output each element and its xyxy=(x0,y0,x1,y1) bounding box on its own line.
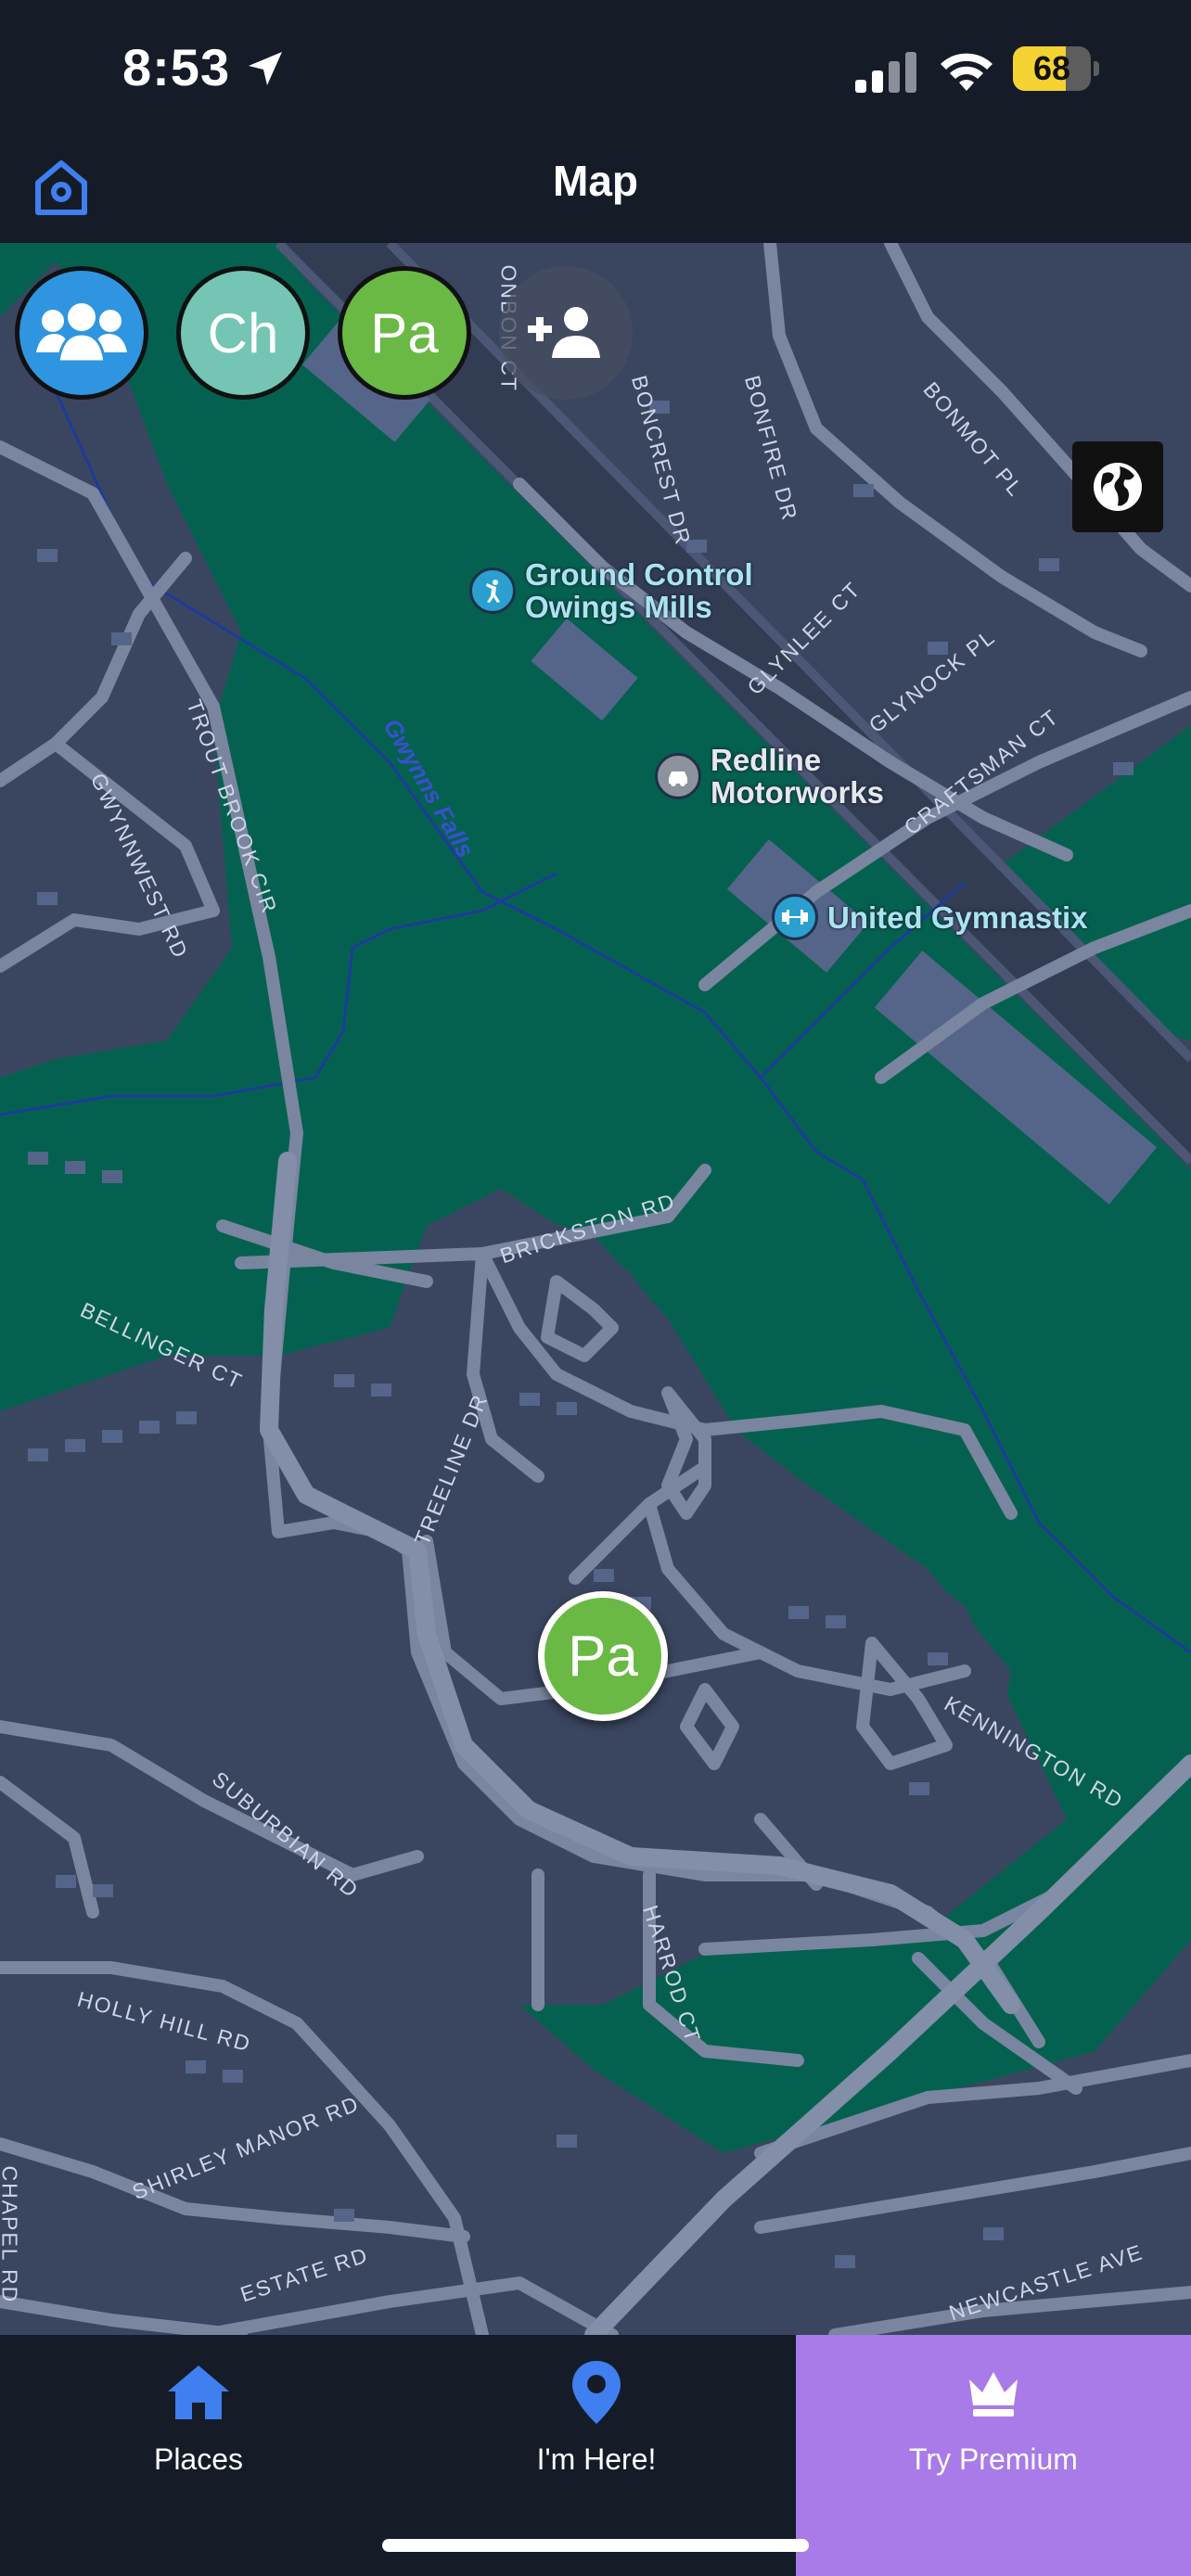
car-icon xyxy=(655,753,701,799)
poi-united-gymnastix[interactable]: United Gymnastix xyxy=(772,894,1088,940)
tab-label: Try Premium xyxy=(909,2442,1078,2476)
location-arrow-icon xyxy=(249,52,282,85)
location-pin-icon xyxy=(572,2361,621,2424)
poi-label: Owings Mills xyxy=(525,590,712,624)
cellular-signal-icon xyxy=(855,52,916,93)
avatar-ch[interactable]: Ch xyxy=(176,266,310,400)
marker-initials: Pa xyxy=(568,1624,638,1689)
house-icon xyxy=(168,2366,229,2419)
avatar-initials: Pa xyxy=(370,301,439,364)
poi-label: United Gymnastix xyxy=(827,899,1088,935)
map-type-button[interactable] xyxy=(1072,441,1163,532)
home-icon xyxy=(35,160,87,215)
street-label: CHAPEL RD xyxy=(0,2165,22,2304)
page-title: Map xyxy=(553,157,638,205)
status-bar: 8:53 68 xyxy=(0,0,1191,139)
battery-icon: 68 xyxy=(1013,46,1102,93)
tab-label: Places xyxy=(153,2442,244,2476)
avatar-pa[interactable]: Pa xyxy=(338,266,471,400)
add-person-icon xyxy=(528,307,600,358)
home-button[interactable] xyxy=(28,154,95,221)
tab-label: I'm Here! xyxy=(536,2442,657,2476)
dumbbell-icon xyxy=(772,894,818,940)
nav-bar: Map xyxy=(0,139,1191,243)
poi-redline-motorworks[interactable]: Redline Motorworks xyxy=(655,744,884,809)
status-time: 8:53 xyxy=(122,38,231,96)
poi-label: Ground Control xyxy=(525,557,753,592)
poi-ground-control[interactable]: Ground Control Owings Mills xyxy=(469,558,753,623)
poi-label: Motorworks xyxy=(711,775,885,810)
add-person-button[interactable] xyxy=(499,266,633,400)
battery-percent: 68 xyxy=(1032,49,1071,87)
family-icon xyxy=(36,303,127,363)
home-indicator xyxy=(382,2539,809,2552)
globe-icon xyxy=(1094,463,1142,511)
map-view[interactable]: Gwynns Falls ONBON CT BONCREST DR BONFIR… xyxy=(0,243,1191,2335)
tab-places[interactable]: Places xyxy=(0,2335,397,2576)
crown-icon xyxy=(969,2372,1018,2417)
tab-try-premium[interactable]: Try Premium xyxy=(796,2335,1191,2576)
wifi-icon xyxy=(941,53,992,91)
poi-label: Redline xyxy=(711,743,822,777)
avatar-group[interactable] xyxy=(15,266,148,400)
martial-arts-icon xyxy=(469,567,516,614)
member-avatars: Ch Pa xyxy=(15,263,633,402)
person-marker[interactable]: Pa xyxy=(538,1591,668,1721)
avatar-initials: Ch xyxy=(207,301,279,364)
